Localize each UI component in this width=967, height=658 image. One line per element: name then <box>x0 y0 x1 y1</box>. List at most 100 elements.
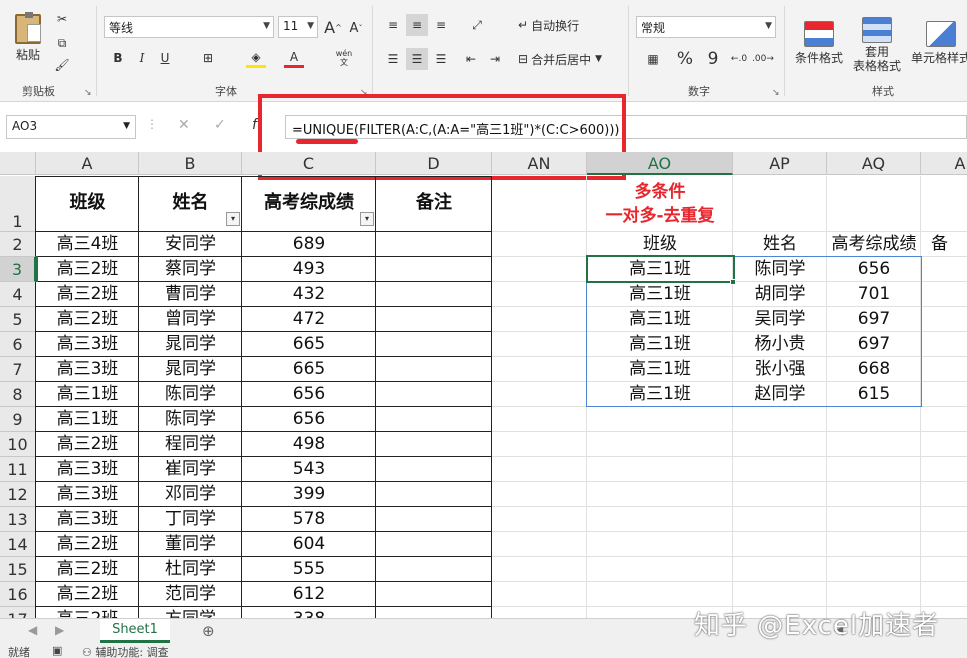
result-cell[interactable]: 高三1班 <box>587 282 733 307</box>
table-cell[interactable]: 高三1班 <box>36 382 139 407</box>
table-cell[interactable]: 高三3班 <box>36 482 139 507</box>
table-cell[interactable]: 陈同学 <box>139 407 242 432</box>
decrease-indent-icon[interactable]: ⇤ <box>460 48 482 70</box>
row-header[interactable]: 6 <box>0 332 36 357</box>
increase-indent-icon[interactable]: ⇥ <box>484 48 506 70</box>
table-cell[interactable]: 晁同学 <box>139 332 242 357</box>
row-header[interactable]: 1 <box>0 176 36 232</box>
result-header-cell[interactable]: 高考综成绩 <box>827 232 921 257</box>
row-header[interactable]: 9 <box>0 407 36 432</box>
table-cell[interactable]: 高三2班 <box>36 607 139 618</box>
table-cell[interactable]: 崔同学 <box>139 457 242 482</box>
table-cell[interactable]: 高三2班 <box>36 282 139 307</box>
table-cell[interactable]: 高三4班 <box>36 232 139 257</box>
row-header[interactable]: 3 <box>0 257 36 282</box>
table-cell[interactable]: 472 <box>242 307 376 332</box>
enter-icon[interactable]: ✓ <box>214 117 226 133</box>
table-cell[interactable]: 程同学 <box>139 432 242 457</box>
table-cell[interactable]: 高三2班 <box>36 307 139 332</box>
orientation-icon[interactable]: ⤢ <box>462 14 492 36</box>
font-size-select[interactable]: 11 ▼ <box>278 16 318 38</box>
table-cell[interactable]: 665 <box>242 332 376 357</box>
cancel-icon[interactable]: ✕ <box>178 117 190 133</box>
result-cell[interactable]: 高三1班 <box>587 332 733 357</box>
table-header-cell[interactable]: 高考综成绩 <box>242 176 376 232</box>
table-cell[interactable]: 方同学 <box>139 607 242 618</box>
result-cell[interactable]: 胡同学 <box>733 282 827 307</box>
fx-icon[interactable]: f <box>252 117 257 133</box>
result-cell[interactable]: 陈同学 <box>733 257 827 282</box>
italic-button[interactable]: I <box>132 48 152 68</box>
table-cell[interactable]: 董同学 <box>139 532 242 557</box>
table-cell[interactable]: 高三2班 <box>36 257 139 282</box>
font-name-select[interactable]: 等线 ▼ <box>104 16 274 38</box>
borders-icon[interactable]: ⊞ <box>198 48 218 68</box>
row-header[interactable]: 16 <box>0 582 36 607</box>
row-header[interactable]: 5 <box>0 307 36 332</box>
fill-handle[interactable] <box>730 279 736 285</box>
align-top-icon[interactable]: ≡ <box>382 14 404 36</box>
table-cell[interactable]: 高三2班 <box>36 532 139 557</box>
table-cell[interactable]: 612 <box>242 582 376 607</box>
column-header[interactable]: AP <box>733 152 827 175</box>
table-cell[interactable]: 498 <box>242 432 376 457</box>
paste-button[interactable]: 粘贴 <box>8 8 48 68</box>
result-header-cell[interactable]: 姓名 <box>733 232 827 257</box>
accounting-format-icon[interactable]: ▦ <box>638 48 668 70</box>
row-header[interactable]: 10 <box>0 432 36 457</box>
column-header[interactable]: AO <box>587 152 733 175</box>
format-painter-icon[interactable]: 🖌 <box>52 56 72 74</box>
table-cell[interactable]: 656 <box>242 407 376 432</box>
align-center-icon[interactable]: ☰ <box>406 48 428 70</box>
fill-color-icon[interactable]: ◈ <box>246 48 266 68</box>
number-format-select[interactable]: 常规 ▼ <box>636 16 776 38</box>
column-header[interactable]: AN <box>492 152 587 175</box>
row-header[interactable]: 8 <box>0 382 36 407</box>
table-cell[interactable]: 蔡同学 <box>139 257 242 282</box>
name-box[interactable]: AO3 ▼ <box>6 115 136 139</box>
table-cell[interactable]: 高三2班 <box>36 557 139 582</box>
prev-sheet-icon[interactable]: ◀ <box>28 623 37 637</box>
table-cell[interactable]: 邓同学 <box>139 482 242 507</box>
result-cell[interactable]: 吴同学 <box>733 307 827 332</box>
row-header[interactable]: 14 <box>0 532 36 557</box>
result-cell[interactable]: 高三1班 <box>587 382 733 407</box>
next-sheet-icon[interactable]: ▶ <box>55 623 64 637</box>
table-cell[interactable]: 高三1班 <box>36 407 139 432</box>
result-cell[interactable]: 668 <box>827 357 921 382</box>
cut-icon[interactable]: ✂ <box>52 10 72 28</box>
align-middle-icon[interactable]: ≡ <box>406 14 428 36</box>
table-cell[interactable]: 432 <box>242 282 376 307</box>
result-cell[interactable]: 697 <box>827 332 921 357</box>
table-header-cell[interactable]: 班级 <box>36 176 139 232</box>
select-all-corner[interactable] <box>0 152 36 175</box>
table-cell[interactable]: 656 <box>242 382 376 407</box>
underline-button[interactable]: U <box>155 48 175 68</box>
merge-center-button[interactable]: ⊟ 合并后居中 ▼ <box>518 48 628 70</box>
bold-button[interactable]: B <box>108 48 128 68</box>
clipboard-launcher-icon[interactable]: ↘ <box>84 88 92 98</box>
row-header[interactable]: 11 <box>0 457 36 482</box>
table-cell[interactable]: 493 <box>242 257 376 282</box>
table-cell[interactable]: 杜同学 <box>139 557 242 582</box>
result-cell[interactable]: 杨小贵 <box>733 332 827 357</box>
table-cell[interactable]: 曹同学 <box>139 282 242 307</box>
table-cell[interactable]: 543 <box>242 457 376 482</box>
result-cell[interactable]: 697 <box>827 307 921 332</box>
sheet-tab-sheet1[interactable]: Sheet1 <box>100 619 170 643</box>
table-cell[interactable]: 丁同学 <box>139 507 242 532</box>
format-as-table-button[interactable]: 套用 表格格式 <box>846 10 908 80</box>
cell-styles-button[interactable]: 单元格样式 <box>908 10 967 76</box>
result-cell[interactable]: 615 <box>827 382 921 407</box>
row-header[interactable]: 17 <box>0 607 36 618</box>
wrap-text-button[interactable]: ↵ 自动换行 <box>518 14 608 36</box>
add-sheet-icon[interactable]: ⊕ <box>202 622 215 640</box>
table-cell[interactable]: 范同学 <box>139 582 242 607</box>
row-header[interactable]: 12 <box>0 482 36 507</box>
result-cell[interactable]: 701 <box>827 282 921 307</box>
row-header[interactable]: 2 <box>0 232 36 257</box>
align-bottom-icon[interactable]: ≡ <box>430 14 452 36</box>
table-cell[interactable]: 安同学 <box>139 232 242 257</box>
row-header[interactable]: 4 <box>0 282 36 307</box>
table-cell[interactable]: 陈同学 <box>139 382 242 407</box>
